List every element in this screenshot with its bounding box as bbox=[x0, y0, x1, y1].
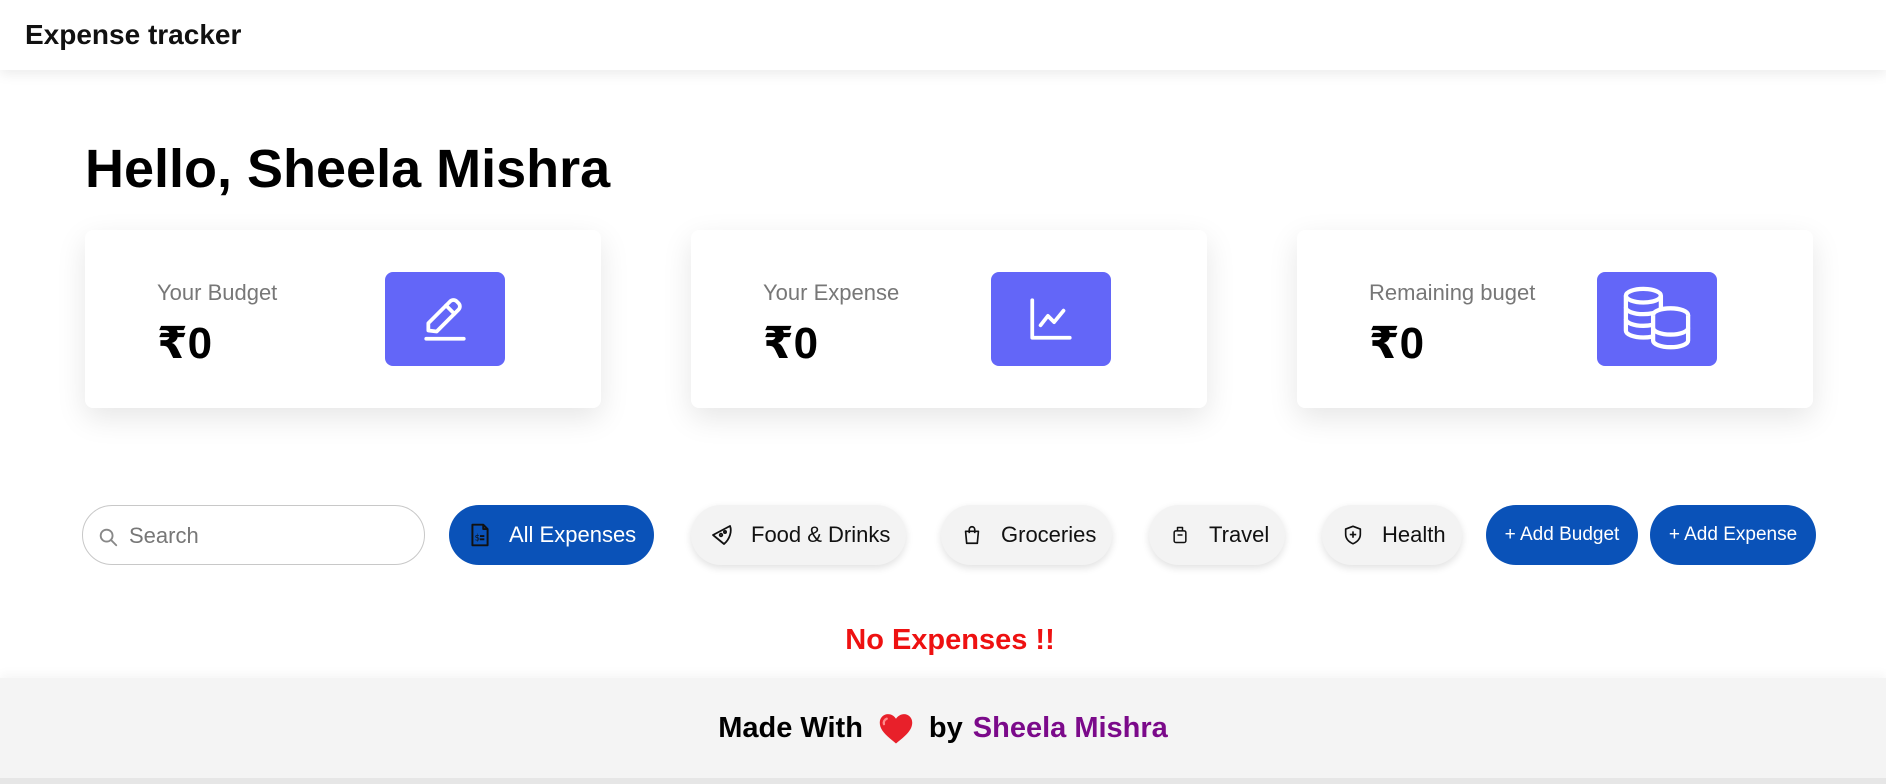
filter-toolbar: $ All Expenses Food & Drinks Groceries bbox=[0, 505, 1886, 565]
svg-text:$: $ bbox=[475, 533, 481, 543]
filter-travel-label: Travel bbox=[1209, 522, 1270, 547]
filter-all-expenses-label: All Expenses bbox=[509, 522, 637, 547]
greeting-heading: Hello, Sheela Mishra bbox=[85, 139, 611, 199]
add-expense-button[interactable]: + Add Expense bbox=[1650, 505, 1816, 565]
filter-health[interactable]: Health bbox=[1322, 505, 1462, 565]
receipt-icon: $ bbox=[467, 522, 493, 548]
chart-line-icon bbox=[1030, 298, 1072, 340]
filter-travel[interactable]: Travel bbox=[1149, 505, 1285, 565]
search-box[interactable] bbox=[82, 505, 425, 565]
footer: Made With by Sheela Mishra bbox=[0, 678, 1886, 778]
search-icon bbox=[99, 528, 118, 547]
remaining-card: Remaining buget ₹0 bbox=[1297, 230, 1813, 408]
filter-groceries[interactable]: Groceries bbox=[941, 505, 1112, 565]
expense-chart-button[interactable] bbox=[991, 272, 1111, 366]
expense-label: Your Expense bbox=[763, 280, 900, 305]
heart-icon bbox=[877, 711, 915, 745]
coins-icon bbox=[1623, 286, 1691, 350]
pencil-icon bbox=[424, 298, 466, 341]
navbar: Expense tracker bbox=[0, 0, 1886, 70]
bottom-divider bbox=[0, 778, 1886, 784]
filter-health-label: Health bbox=[1382, 522, 1446, 547]
footer-made-with: Made With bbox=[718, 711, 863, 744]
budget-value: ₹0 bbox=[157, 319, 213, 368]
footer-author-link[interactable]: Sheela Mishra bbox=[973, 712, 1168, 745]
filter-all-expenses[interactable]: $ All Expenses bbox=[449, 505, 654, 565]
filter-food-drinks-label: Food & Drinks bbox=[751, 522, 891, 547]
expense-value: ₹0 bbox=[763, 319, 819, 368]
luggage-icon bbox=[1167, 522, 1193, 548]
search-input[interactable] bbox=[129, 516, 409, 556]
pizza-icon bbox=[709, 522, 735, 548]
filter-groceries-label: Groceries bbox=[1001, 522, 1097, 547]
remaining-label: Remaining buget bbox=[1369, 280, 1536, 305]
add-budget-button[interactable]: + Add Budget bbox=[1486, 505, 1638, 565]
edit-budget-button[interactable] bbox=[385, 272, 505, 366]
expense-card: Your Expense ₹0 bbox=[691, 230, 1207, 408]
remaining-value: ₹0 bbox=[1369, 319, 1425, 368]
filter-food-drinks[interactable]: Food & Drinks bbox=[691, 505, 906, 565]
budget-label: Your Budget bbox=[157, 280, 278, 305]
app-title[interactable]: Expense tracker bbox=[25, 19, 241, 51]
remaining-coins-button[interactable] bbox=[1597, 272, 1717, 366]
budget-card: Your Budget ₹0 bbox=[85, 230, 601, 408]
empty-state-message: No Expenses !! bbox=[845, 624, 1055, 656]
shopping-bag-icon bbox=[959, 522, 985, 548]
footer-by: by bbox=[928, 711, 963, 744]
shield-plus-icon bbox=[1340, 522, 1366, 548]
